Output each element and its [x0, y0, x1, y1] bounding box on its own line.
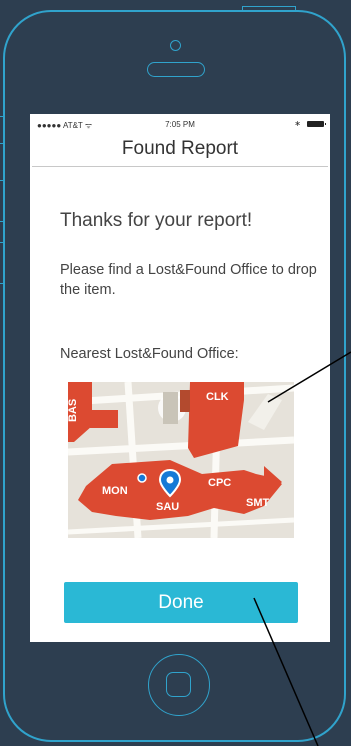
annotation-lines	[253, 351, 351, 746]
annotation-line-map	[267, 351, 351, 403]
annotation-line-done	[253, 597, 319, 746]
